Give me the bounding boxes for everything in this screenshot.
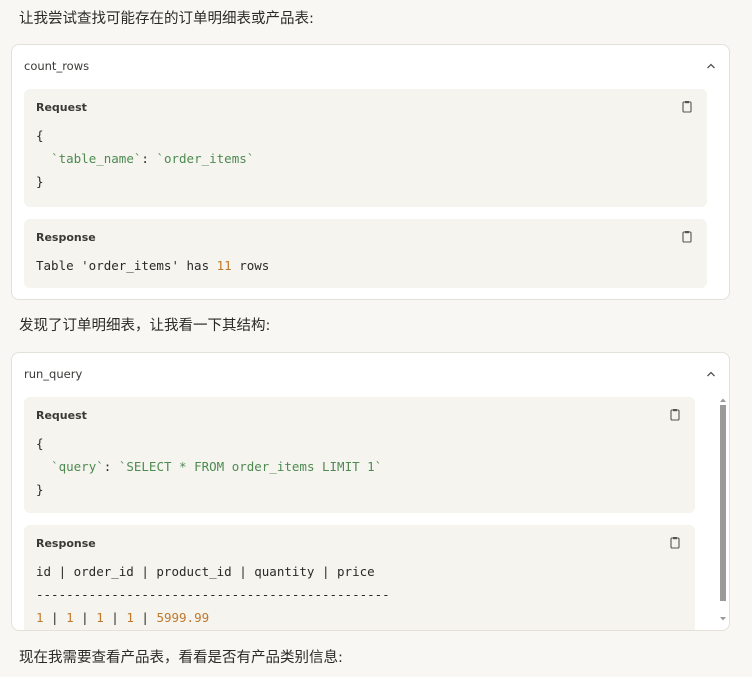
json-key: `query`	[51, 459, 104, 474]
chevron-up-icon[interactable]	[705, 60, 717, 72]
scrollbar-thumb[interactable]	[720, 405, 726, 601]
tool-call-card: run_query Request { `query`: `SELECT * F…	[11, 352, 730, 631]
assistant-message: 让我尝试查找可能存在的订单明细表或产品表:	[19, 11, 314, 27]
request-code: { `table_name`: `order_items` }	[36, 128, 255, 189]
scroll-up-arrow-icon[interactable]	[719, 397, 727, 403]
json-value: `order_items`	[156, 151, 255, 166]
chevron-up-icon[interactable]	[705, 368, 717, 380]
response-block: Response id | order_id | product_id | qu…	[24, 525, 695, 630]
copy-icon[interactable]	[681, 230, 693, 243]
request-code: { `query`: `SELECT * FROM order_items LI…	[36, 436, 383, 497]
json-key: `table_name`	[51, 151, 142, 166]
copy-icon[interactable]	[669, 408, 681, 421]
request-block: Request { `query`: `SELECT * FROM order_…	[24, 397, 695, 513]
request-label: Request	[36, 409, 87, 422]
request-block: Request { `table_name`: `order_items` }	[24, 89, 707, 207]
tool-name: run_query	[24, 367, 83, 381]
result-divider: ----------------------------------------…	[36, 587, 390, 602]
response-block: Response Table 'order_items' has 11 rows	[24, 219, 707, 288]
copy-icon[interactable]	[669, 536, 681, 549]
tool-call-header[interactable]: count_rows	[12, 45, 729, 89]
scroll-down-arrow-icon[interactable]	[719, 616, 727, 622]
tool-call-header[interactable]: run_query	[12, 353, 729, 397]
json-value: `SELECT * FROM order_items LIMIT 1`	[118, 459, 383, 474]
tool-name: count_rows	[24, 59, 90, 73]
result-header: id | order_id | product_id | quantity | …	[36, 564, 375, 579]
response-code: Table 'order_items' has 11 rows	[36, 258, 270, 273]
result-row: 1 | 1 | 1 | 1 | 5999.99	[36, 610, 210, 625]
tool-call-card: count_rows Request { `table_name`: `orde…	[11, 44, 730, 300]
copy-icon[interactable]	[681, 100, 693, 113]
response-label: Response	[36, 537, 96, 550]
assistant-message: 现在我需要查看产品表，看看是否有产品类别信息:	[19, 650, 343, 666]
request-label: Request	[36, 101, 87, 114]
assistant-message: 发现了订单明细表，让我看一下其结构:	[19, 318, 271, 334]
response-label: Response	[36, 231, 96, 244]
scrollbar[interactable]	[719, 397, 727, 622]
row-count: 11	[216, 258, 232, 273]
response-code: id | order_id | product_id | quantity | …	[36, 560, 390, 629]
